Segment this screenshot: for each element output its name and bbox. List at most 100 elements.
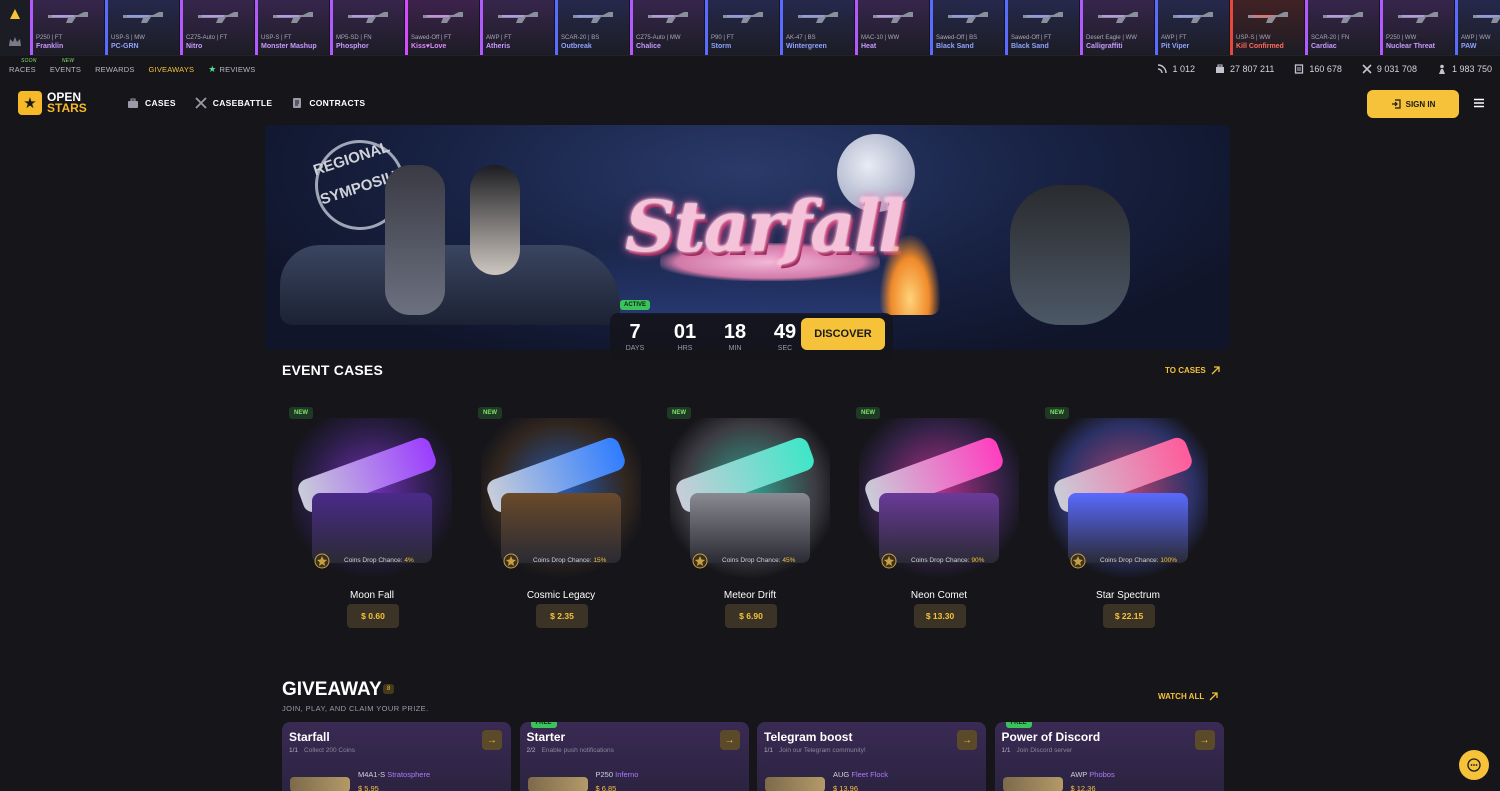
giveaway-card[interactable]: FREE Power of Discord 1/1 Join Discord serv… (994, 722, 1224, 791)
drop-model: AWP | FT (486, 35, 512, 41)
giveaway-task: 1/1 Join our Telegram community! (764, 747, 866, 754)
nav-cases-label: CASES (145, 98, 176, 108)
chat-button[interactable] (1459, 750, 1489, 780)
rarity-bar (30, 0, 33, 55)
login-icon (1391, 99, 1401, 109)
live-drop-item[interactable]: Sawed-Off | FT Black Sand (1005, 0, 1080, 55)
case-price-button[interactable]: $ 2.35 (536, 604, 588, 628)
nav-casebattle[interactable]: CASEBATTLE (195, 97, 273, 109)
rarity-bar (255, 0, 258, 55)
live-drop-item[interactable]: SCAR-20 | BS Outbreak (555, 0, 630, 55)
live-drop-item[interactable]: AWP | FT Pit Viper (1155, 0, 1230, 55)
new-badge: NEW (478, 407, 502, 419)
live-drop-item[interactable]: AWP | WW PAW (1455, 0, 1500, 55)
drop-model: Sawed-Off | FT (411, 35, 452, 41)
giveaway-open-button[interactable]: → (1194, 730, 1215, 750)
sub-nav-giveaways[interactable]: GIVEAWAYS (149, 65, 195, 74)
couple-figure (1010, 185, 1130, 325)
live-drop-item[interactable]: USP-S | MW PC-GRN (105, 0, 180, 55)
giveaway-card[interactable]: Starfall 1/1 Collect 200 Coins → M4A1-S Stra… (282, 722, 511, 791)
campfire (880, 235, 940, 315)
case-card[interactable]: NEW Coins Drop Chance: 90% Neon Comet $ 13.… (849, 398, 1029, 633)
giveaway-progress: 1/1 (1001, 747, 1011, 754)
case-price-button[interactable]: $ 6.90 (725, 604, 777, 628)
arrow-right-icon: → (724, 734, 735, 746)
discover-button[interactable]: DISCOVER (801, 318, 885, 350)
case-card[interactable]: NEW Coins Drop Chance: 4% Moon Fall $ 0.60 (282, 398, 462, 633)
case-card[interactable]: NEW Coins Drop Chance: 15% Cosmic Legacy $ … (471, 398, 651, 633)
live-drop-item[interactable]: CZ75-Auto | MW Chalice (630, 0, 705, 55)
live-drop-item[interactable]: MP5-SD | FN Phosphor (330, 0, 405, 55)
case-chest-image (879, 493, 999, 563)
live-drop-item[interactable]: MAC-10 | WW Heat (855, 0, 930, 55)
giveaway-card-title: Starfall (289, 730, 330, 744)
live-drop-item[interactable]: P250 | WW Nuclear Threat (1380, 0, 1455, 55)
live-drop-item[interactable]: P90 | FT Storm (705, 0, 780, 55)
live-drops-filter[interactable] (0, 0, 30, 56)
nav-contracts[interactable]: CONTRACTS (291, 97, 365, 109)
live-drop-item[interactable]: Sawed-Off | BS Black Sand (930, 0, 1005, 55)
nav-cases[interactable]: CASES (127, 97, 176, 109)
top-drops-icon[interactable] (8, 7, 22, 21)
weapon-icon (273, 12, 313, 23)
drop-model: USP-S | MW (111, 35, 145, 41)
giveaway-open-button[interactable]: → (719, 730, 740, 750)
drop-model: Sawed-Off | BS (936, 35, 978, 41)
arrow-right-icon: → (487, 734, 497, 746)
case-name: Moon Fall (350, 590, 394, 601)
crown-icon[interactable] (8, 35, 22, 49)
weapon-icon (348, 12, 388, 23)
prize-model: P250 (595, 770, 614, 779)
live-drop-item[interactable]: Desert Eagle | WW Calligraffiti (1080, 0, 1155, 55)
giveaway-card[interactable]: FREE Starter 2/2 Enable push notifications →… (519, 722, 749, 791)
timer-hours-label: HRS (677, 344, 693, 352)
site-logo[interactable]: ★ OPEN STARS (18, 91, 87, 115)
live-drop-item[interactable]: USP-S | FT Monster Mashup (255, 0, 330, 55)
new-badge: NEW (289, 407, 313, 419)
live-drop-item[interactable]: CZ75-Auto | FT Nitro (180, 0, 255, 55)
giveaway-task-text: Enable push notifications (541, 747, 614, 754)
giveaway-open-button[interactable]: → (482, 730, 502, 750)
live-drop-item[interactable]: SCAR-20 | FN Cardiac (1305, 0, 1380, 55)
rarity-bar (1155, 0, 1158, 55)
live-drop-item[interactable]: P250 | FT Franklin (30, 0, 105, 55)
live-drop-item[interactable]: AWP | FT Atheris (480, 0, 555, 55)
giveaway-open-button[interactable]: → (957, 730, 977, 750)
case-price-button[interactable]: $ 22.15 (1103, 604, 1155, 628)
banner-title: Starfall (625, 185, 905, 268)
new-badge: NEW (1045, 407, 1069, 419)
site-stats: 1 012 27 807 211 160 678 9 031 708 1 983… (1137, 57, 1492, 81)
drop-skin: Wintergreen (786, 43, 827, 50)
live-drop-item[interactable]: Sawed-Off | FT Kiss♥Love (405, 0, 480, 55)
weapon-icon (1173, 12, 1213, 23)
weapon-icon (1398, 12, 1438, 23)
sign-in-button[interactable]: SIGN IN (1367, 90, 1459, 118)
giveaway-card[interactable]: Telegram boost 1/1 Join our Telegram commu… (757, 722, 986, 791)
menu-icon[interactable] (1473, 97, 1485, 109)
watch-all-link[interactable]: WATCH ALL (1158, 692, 1218, 701)
sub-nav-events[interactable]: NEW EVENTS (50, 58, 81, 74)
giveaway-task: 1/1 Collect 200 Coins (289, 747, 355, 754)
live-drop-item[interactable]: USP-S | WW Kill Confirmed (1230, 0, 1305, 55)
case-price-button[interactable]: $ 13.30 (914, 604, 966, 628)
to-cases-link[interactable]: TO CASES (1165, 366, 1220, 375)
car-image (280, 245, 620, 325)
live-drop-item[interactable]: AK-47 | BS Wintergreen (780, 0, 855, 55)
case-chest-image (690, 493, 810, 563)
case-card[interactable]: NEW Coins Drop Chance: 45% Meteor Drift $ 6… (660, 398, 840, 633)
case-price-button[interactable]: $ 0.60 (347, 604, 399, 628)
sub-nav-races[interactable]: SOON RACES (9, 58, 36, 74)
case-card[interactable]: NEW Coins Drop Chance: 100% Star Spectrum $… (1038, 398, 1218, 633)
prize-model: AWP (1070, 770, 1088, 779)
rarity-bar (1080, 0, 1083, 55)
giveaway-title: GIVEAWAY (282, 679, 382, 700)
sub-nav-rewards[interactable]: REWARDS (95, 65, 134, 74)
drop-skin: Heat (861, 43, 877, 50)
man-figure (385, 165, 445, 315)
drop-skin: Calligraffiti (1086, 43, 1123, 50)
drop-model: SCAR-20 | BS (561, 35, 600, 41)
stat-contracts-value: 160 678 (1309, 64, 1342, 74)
star-coin-icon (503, 553, 519, 569)
sub-nav-reviews[interactable]: ★ REVIEWS (208, 64, 255, 75)
drop-model: CZ75-Auto | FT (186, 35, 228, 41)
